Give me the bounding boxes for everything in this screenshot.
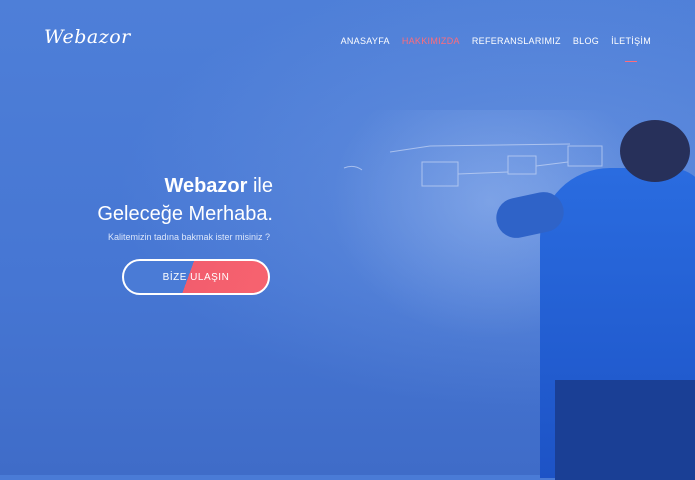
person-head bbox=[620, 120, 690, 182]
nav-item-anasayfa[interactable]: ANASAYFA bbox=[341, 36, 390, 54]
hero-brand-word: Webazor bbox=[164, 175, 248, 197]
nav-item-blog[interactable]: BLOG bbox=[573, 36, 599, 54]
nav-item-referanslarimiz[interactable]: REFERANSLARIMIZ bbox=[472, 36, 561, 54]
hero-title-rest: ile bbox=[247, 175, 273, 197]
logo[interactable]: Webazor bbox=[44, 26, 131, 48]
nav-item-iletisim[interactable]: İLETİŞİM bbox=[611, 36, 651, 54]
person-legs bbox=[555, 380, 695, 480]
nav-item-hakkimizda[interactable]: HAKKIMIZDA bbox=[402, 36, 460, 54]
hero-headline: Webazor ile Geleceğe Merhaba. bbox=[97, 172, 273, 228]
hero-title-line2: Geleceğe Merhaba. bbox=[97, 203, 273, 225]
hero-subtitle: Kalitemizin tadına bakmak ister misiniz … bbox=[107, 232, 270, 242]
contact-us-button[interactable]: BİZE ULAŞIN bbox=[122, 259, 270, 295]
main-nav: ANASAYFA HAKKIMIZDA REFERANSLARIMIZ BLOG… bbox=[341, 36, 651, 54]
contact-us-button-label: BİZE ULAŞIN bbox=[162, 271, 230, 283]
